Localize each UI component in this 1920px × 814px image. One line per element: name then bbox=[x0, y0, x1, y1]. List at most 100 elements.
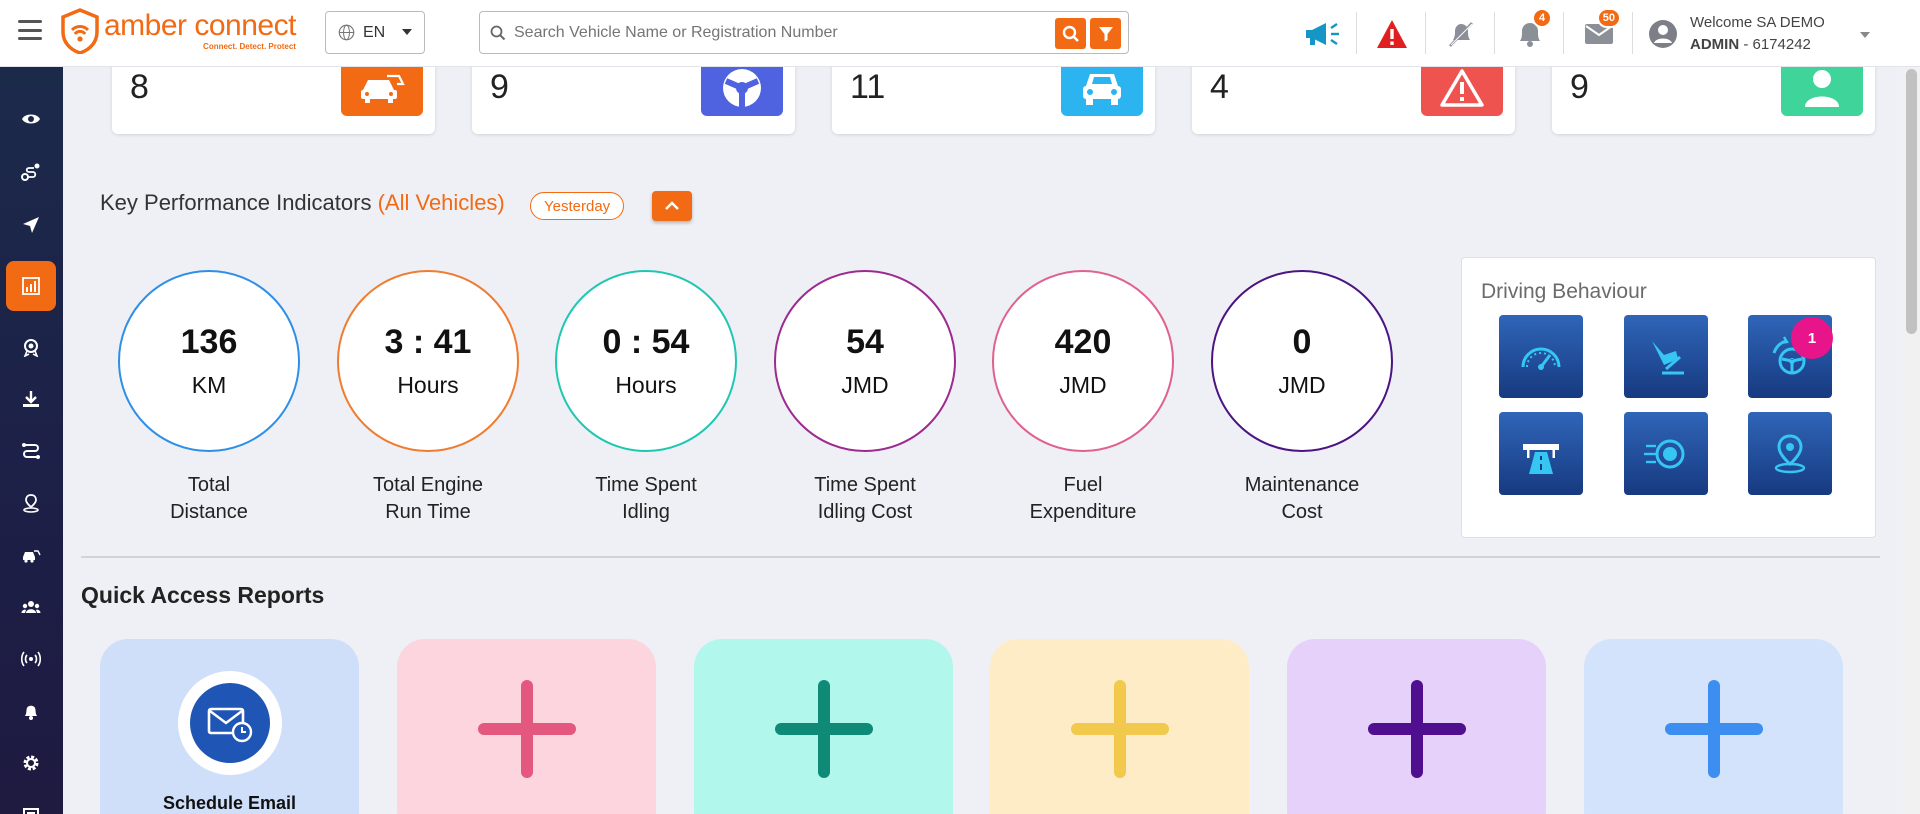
kpi-label: Maintenance bbox=[1244, 474, 1360, 496]
sidebar-item-settings[interactable] bbox=[6, 738, 56, 788]
chevron-down-icon bbox=[402, 29, 412, 35]
quick-access-add-report[interactable] bbox=[397, 639, 656, 814]
schedule-email-label: Schedule Email bbox=[162, 793, 297, 813]
user-avatar-icon bbox=[1649, 20, 1677, 48]
header-divider bbox=[1494, 12, 1495, 54]
harsh-acceleration-button[interactable] bbox=[1624, 412, 1708, 495]
sidebar-item-badges[interactable] bbox=[6, 322, 56, 372]
page-scrollbar[interactable] bbox=[1903, 67, 1920, 814]
amber-connect-logo[interactable]: amber connect Connect. Detect. Protect bbox=[60, 8, 296, 54]
kpi-label: Idling bbox=[622, 501, 670, 523]
kpi-circle: 54 JMD bbox=[774, 270, 956, 452]
sidebar-item-geofences[interactable] bbox=[6, 478, 56, 528]
stat-card-drivers[interactable]: 9 bbox=[1552, 60, 1875, 134]
vehicles-icon bbox=[341, 60, 423, 116]
kpi-engine-run-time[interactable]: 3 : 41 Hours Total Engine Run Time bbox=[337, 270, 519, 526]
kpi-time-idling[interactable]: 0 : 54 Hours Time Spent Idling bbox=[555, 270, 737, 526]
sidebar-item-trips[interactable] bbox=[6, 426, 56, 476]
harsh-turning-button[interactable]: 1 bbox=[1748, 315, 1833, 398]
kpi-label: Expenditure bbox=[1029, 501, 1137, 523]
sidebar-item-more[interactable] bbox=[6, 789, 56, 814]
plus-icon bbox=[1664, 680, 1763, 778]
kpi-circle: 0 : 54 Hours bbox=[555, 270, 737, 452]
highway-icon bbox=[1523, 443, 1559, 474]
messages-button[interactable]: 50 bbox=[1577, 8, 1621, 54]
logo-word: amber connect bbox=[104, 9, 296, 42]
section-divider bbox=[81, 556, 1880, 558]
kpi-maintenance-cost[interactable]: 0 JMD Maintenance Cost bbox=[1211, 270, 1393, 526]
kpi-idling-cost[interactable]: 54 JMD Time Spent Idling Cost bbox=[774, 270, 956, 526]
kpi-collapse-button[interactable] bbox=[652, 191, 692, 221]
quick-access-add-report[interactable] bbox=[1287, 639, 1546, 814]
harsh-braking-button[interactable] bbox=[1624, 315, 1708, 398]
megaphone-icon bbox=[1306, 23, 1339, 45]
vehicles-icon bbox=[23, 550, 41, 563]
sidebar-item-alerts[interactable] bbox=[6, 686, 56, 736]
quick-access-title: Quick Access Reports bbox=[81, 582, 325, 608]
sidebar-item-downloads[interactable] bbox=[6, 374, 56, 424]
sidebar-item-analytics[interactable] bbox=[6, 261, 56, 311]
stat-card-moving[interactable]: 9 bbox=[472, 60, 795, 134]
kpi-total-distance[interactable]: 136 KM Total Distance bbox=[118, 270, 300, 526]
location-pin-icon bbox=[1774, 433, 1806, 473]
kpi-label: Run Time bbox=[385, 501, 471, 523]
driving-behaviour-title: Driving Behaviour bbox=[1481, 280, 1647, 303]
filter-button[interactable] bbox=[1090, 18, 1121, 49]
kpi-unit: JMD bbox=[1059, 372, 1107, 398]
hamburger-menu-icon[interactable] bbox=[18, 20, 42, 40]
warning-icon bbox=[1421, 60, 1503, 116]
stat-card-stopped[interactable]: 11 bbox=[832, 60, 1155, 134]
alerts-button[interactable] bbox=[1370, 14, 1414, 54]
scrollbar-thumb[interactable] bbox=[1906, 69, 1917, 334]
quick-access-add-report[interactable] bbox=[990, 639, 1249, 814]
sidebar-item-vehicles[interactable] bbox=[6, 530, 56, 580]
kpi-label: Cost bbox=[1281, 501, 1323, 523]
search-input[interactable] bbox=[514, 23, 1054, 42]
plus-icon bbox=[477, 680, 576, 778]
logo-tagline: Connect. Detect. Protect bbox=[203, 42, 296, 51]
overspeed-button[interactable] bbox=[1499, 315, 1583, 398]
schedule-email-badge bbox=[178, 671, 282, 775]
search-button[interactable] bbox=[1055, 18, 1086, 49]
sidebar-item-users[interactable] bbox=[6, 582, 56, 632]
filter-icon bbox=[1098, 26, 1113, 41]
user-menu[interactable]: Welcome SA DEMO ADMIN - 6174242 bbox=[1648, 12, 1870, 56]
quick-access-add-report[interactable] bbox=[1584, 639, 1843, 814]
welcome-text: Welcome SA DEMO bbox=[1690, 14, 1825, 31]
announcement-button[interactable] bbox=[1301, 14, 1345, 54]
sidebar-item-routes[interactable] bbox=[6, 147, 56, 197]
kpi-section-title: Key Performance Indicators (All Vehicles… bbox=[100, 190, 505, 216]
stat-card-total-vehicles[interactable]: 8 bbox=[112, 60, 435, 134]
kpi-value: 3 : 41 bbox=[384, 323, 472, 361]
top-header: amber connect Connect. Detect. Protect E… bbox=[0, 0, 1920, 67]
chevron-down-icon bbox=[1860, 32, 1870, 38]
sidebar-item-live-tracking[interactable] bbox=[6, 94, 56, 144]
warning-icon bbox=[1377, 20, 1407, 48]
language-select[interactable]: EN bbox=[325, 11, 425, 54]
kpi-period-pill[interactable]: Yesterday bbox=[530, 192, 625, 220]
geofence-icon bbox=[23, 494, 39, 513]
quick-access-schedule-email[interactable]: Schedule Email bbox=[100, 639, 359, 814]
driving-behaviour-card: Driving Behaviour 1 bbox=[1461, 257, 1876, 538]
kpi-value: 54 bbox=[846, 323, 884, 361]
sidebar-item-devices[interactable] bbox=[6, 634, 56, 684]
kpi-unit: KM bbox=[191, 372, 227, 398]
kpi-label: Total bbox=[187, 474, 231, 496]
stat-value: 9 bbox=[490, 68, 509, 106]
mute-button[interactable] bbox=[1439, 14, 1483, 54]
stat-value: 9 bbox=[1570, 68, 1589, 106]
sidebar-item-navigation[interactable] bbox=[6, 200, 56, 250]
plus-icon bbox=[1367, 680, 1466, 778]
kpi-fuel-expenditure[interactable]: 420 JMD Fuel Expenditure bbox=[992, 270, 1174, 526]
quick-access-add-report[interactable] bbox=[694, 639, 953, 814]
geofence-violation-button[interactable] bbox=[1748, 412, 1832, 495]
stat-card-alerts[interactable]: 4 bbox=[1192, 60, 1515, 134]
notifications-button[interactable]: 4 bbox=[1508, 8, 1552, 54]
kpi-circle: 136 KM bbox=[118, 270, 300, 452]
account-id: - 6174242 bbox=[1739, 36, 1811, 53]
kpi-value: 420 bbox=[1054, 323, 1112, 361]
car-icon bbox=[1061, 60, 1143, 116]
harsh-braking-icon bbox=[1652, 340, 1684, 374]
settings-icon bbox=[23, 755, 39, 771]
highway-button[interactable] bbox=[1499, 412, 1583, 495]
